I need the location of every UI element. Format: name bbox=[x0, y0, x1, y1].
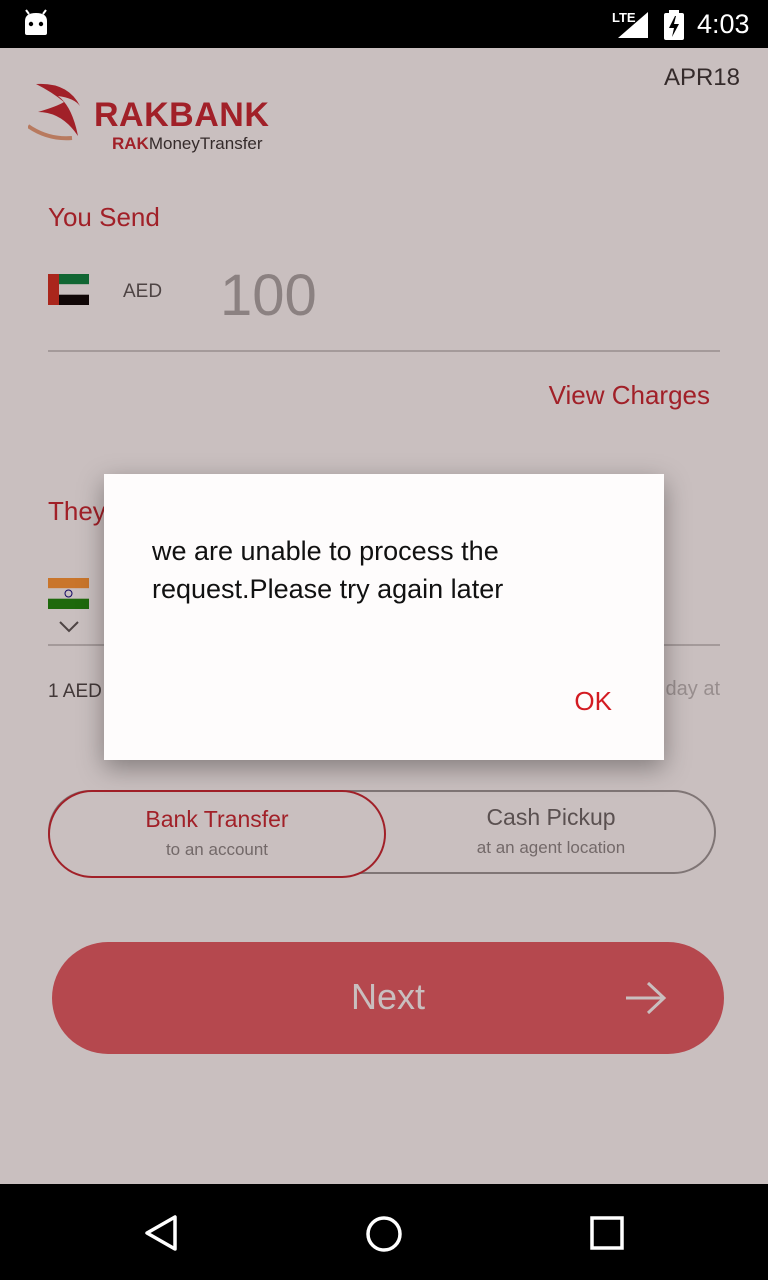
back-icon[interactable] bbox=[142, 1214, 180, 1252]
error-dialog: we are unable to process the request.Ple… bbox=[104, 474, 664, 760]
signal-icon bbox=[618, 12, 648, 38]
screen: LTE 4:03 RAKBANK RAKMoneyTransfer APR18 … bbox=[0, 0, 768, 1280]
clock: 4:03 bbox=[697, 9, 750, 39]
ok-button[interactable]: OK bbox=[574, 686, 612, 717]
battery-icon bbox=[664, 10, 684, 40]
android-icon bbox=[25, 9, 47, 35]
recents-icon[interactable] bbox=[588, 1214, 626, 1252]
dialog-message: we are unable to process the request.Ple… bbox=[152, 536, 504, 604]
home-icon[interactable] bbox=[364, 1214, 404, 1254]
status-bar: LTE 4:03 bbox=[0, 0, 768, 48]
navigation-bar bbox=[0, 1184, 768, 1280]
